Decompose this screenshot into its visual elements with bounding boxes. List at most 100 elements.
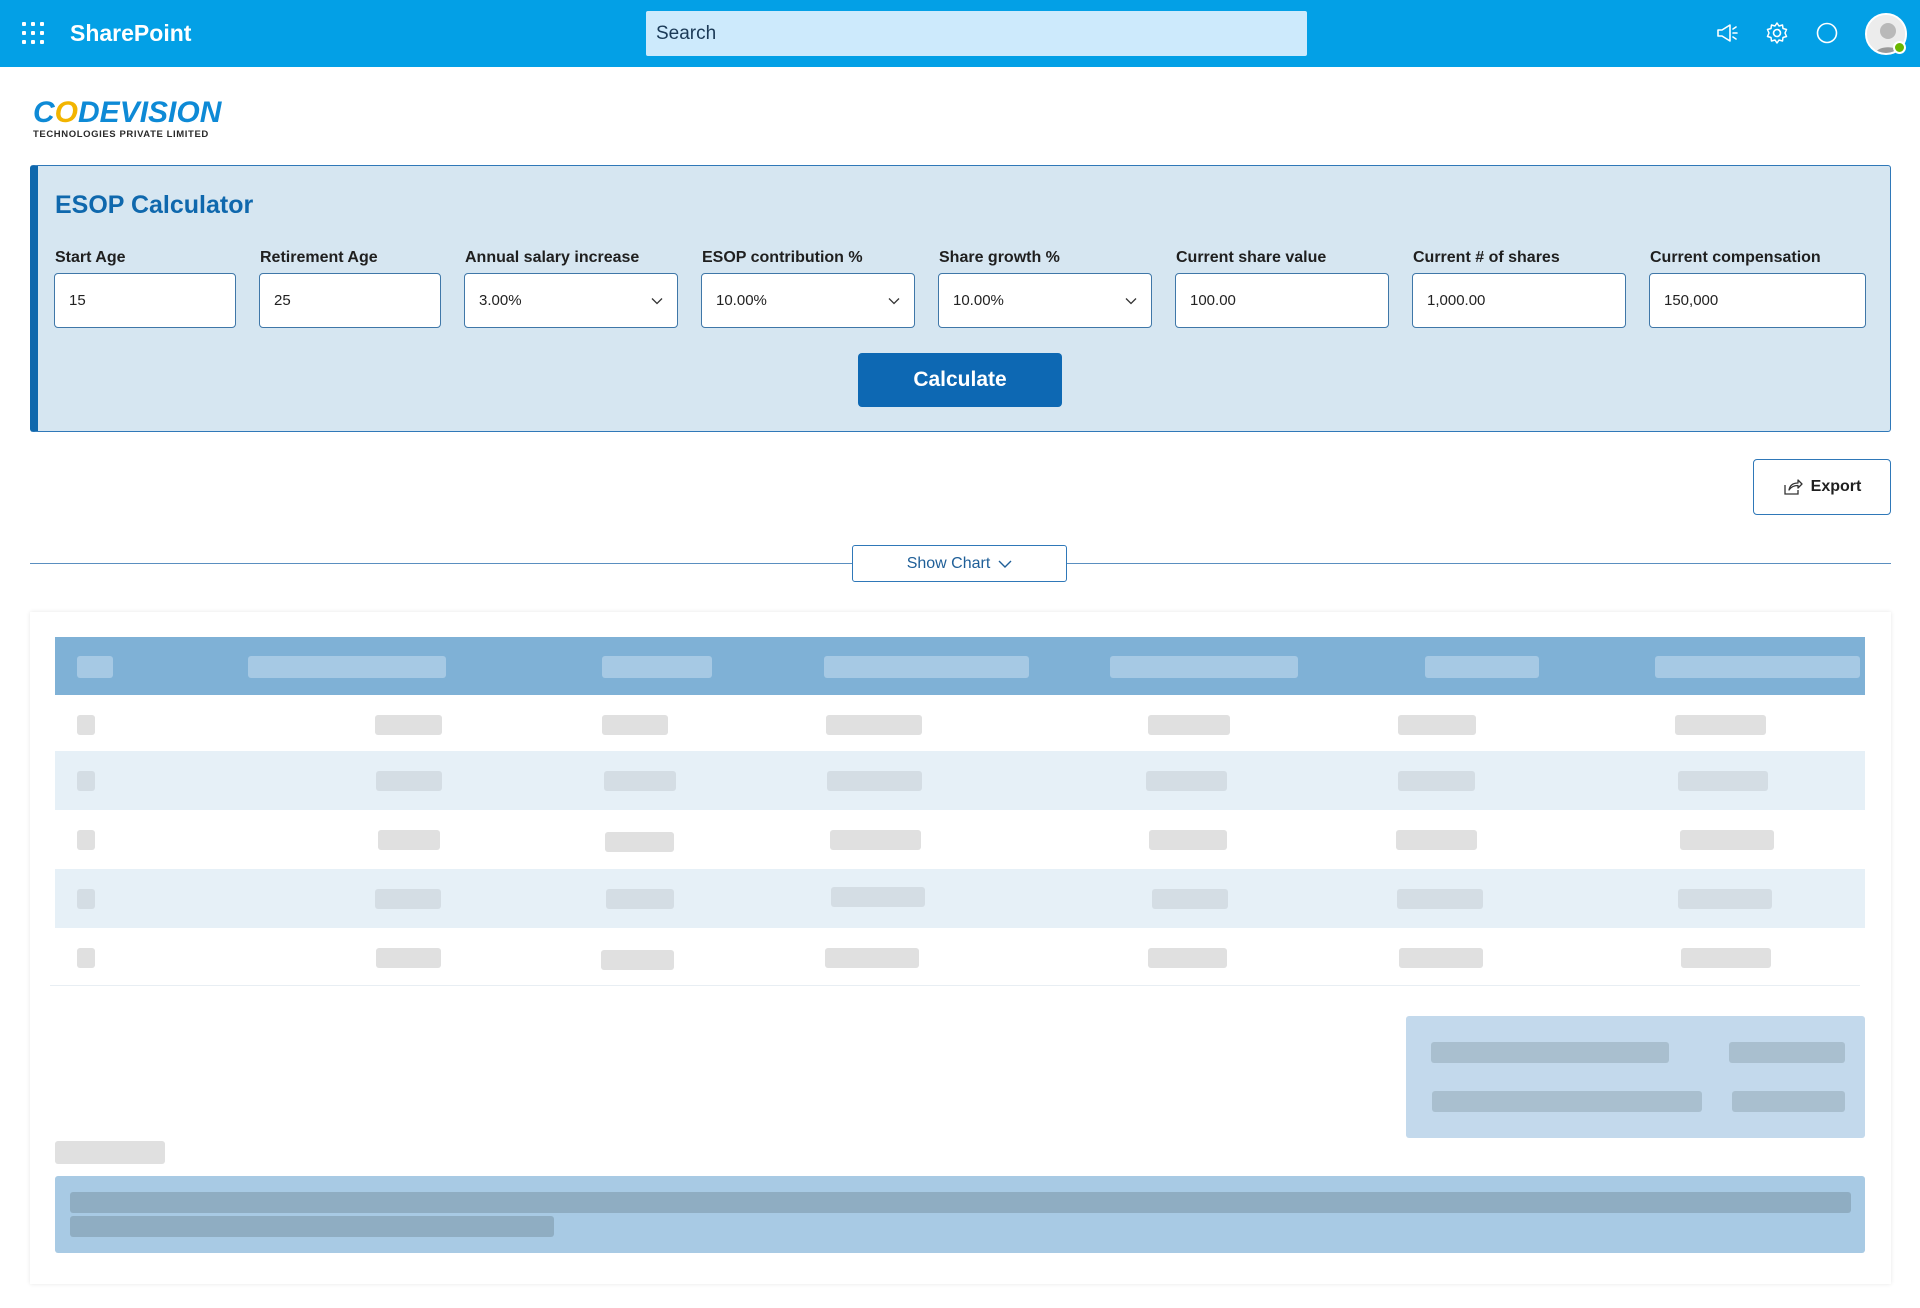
current-share-value-value: 100.00: [1190, 292, 1236, 309]
calculate-button[interactable]: Calculate: [858, 353, 1062, 407]
cell-skeleton: [77, 889, 95, 909]
summary-skeleton: [1432, 1091, 1702, 1112]
current-compensation-input[interactable]: 150,000: [1649, 273, 1866, 328]
export-label: Export: [1810, 478, 1862, 495]
share-growth-dropdown[interactable]: 10.00%: [938, 273, 1152, 328]
show-chart-label: Show Chart: [906, 554, 991, 572]
header-skeleton: [1425, 656, 1539, 678]
cell-skeleton: [1146, 771, 1227, 791]
logo-tagline: TECHNOLOGIES PRIVATE LIMITED: [33, 129, 209, 140]
header-skeleton: [824, 656, 1029, 678]
app-name[interactable]: SharePoint: [70, 20, 191, 47]
share-export-icon: [1784, 479, 1803, 495]
cell-skeleton: [1678, 771, 1768, 791]
cell-skeleton: [1148, 715, 1230, 735]
summary-skeleton: [1732, 1091, 1845, 1112]
start-age-value: 15: [69, 292, 86, 309]
logo-wordmark: CODEVISION: [33, 96, 222, 129]
cell-skeleton: [1675, 715, 1766, 735]
company-logo: CODEVISION TECHNOLOGIES PRIVATE LIMITED: [33, 96, 223, 141]
app-launcher-icon[interactable]: [20, 20, 46, 46]
share-growth-value: 10.00%: [953, 292, 1004, 309]
table-row: [55, 751, 1865, 810]
start-age-label: Start Age: [55, 249, 126, 266]
chevron-down-icon: [1125, 297, 1137, 304]
salary-increase-label: Annual salary increase: [465, 249, 640, 266]
salary-increase-value: 3.00%: [479, 292, 522, 309]
cell-skeleton: [601, 950, 674, 970]
presence-status-icon: [1893, 41, 1906, 54]
gear-icon[interactable]: [1764, 20, 1790, 46]
esop-contribution-dropdown[interactable]: 10.00%: [701, 273, 915, 328]
current-share-value-label: Current share value: [1176, 249, 1327, 266]
cell-skeleton: [827, 771, 922, 791]
cell-skeleton: [77, 948, 95, 968]
cell-skeleton: [825, 948, 919, 968]
share-growth-label: Share growth %: [939, 249, 1060, 266]
current-share-value-input[interactable]: 100.00: [1175, 273, 1389, 328]
table-row: [55, 810, 1865, 869]
cell-skeleton: [1399, 948, 1483, 968]
current-shares-label: Current # of shares: [1413, 249, 1560, 266]
megaphone-icon[interactable]: [1714, 20, 1740, 46]
cell-skeleton: [77, 715, 95, 735]
table-row: [55, 928, 1865, 987]
retirement-age-label: Retirement Age: [260, 249, 378, 266]
cell-skeleton: [1397, 889, 1483, 909]
header-skeleton: [1110, 656, 1298, 678]
disclaimer-note: [55, 1176, 1865, 1253]
cell-skeleton: [1148, 948, 1227, 968]
results-table-header: [55, 637, 1865, 695]
note-skeleton: [70, 1216, 554, 1237]
cell-skeleton: [826, 715, 922, 735]
totals-summary-box: [1406, 1016, 1865, 1138]
header-skeleton: [77, 656, 113, 678]
cell-skeleton: [1152, 889, 1228, 909]
esop-contribution-value: 10.00%: [716, 292, 767, 309]
footnote-title-skeleton: [55, 1141, 165, 1164]
cell-skeleton: [378, 830, 440, 850]
cell-skeleton: [376, 771, 442, 791]
cell-skeleton: [1398, 771, 1475, 791]
retirement-age-value: 25: [274, 292, 291, 309]
retirement-age-input[interactable]: 25: [259, 273, 441, 328]
current-compensation-value: 150,000: [1664, 292, 1719, 309]
chevron-down-icon: [998, 560, 1012, 568]
chevron-down-icon: [651, 297, 663, 304]
current-shares-input[interactable]: 1,000.00: [1412, 273, 1626, 328]
table-bottom-border: [50, 985, 1860, 986]
cell-skeleton: [77, 771, 95, 791]
export-button[interactable]: Export: [1753, 459, 1891, 515]
header-skeleton: [1655, 656, 1860, 678]
table-row: [55, 695, 1865, 754]
cell-skeleton: [375, 889, 441, 909]
help-circle-icon[interactable]: [1814, 20, 1840, 46]
cell-skeleton: [375, 715, 442, 735]
cell-skeleton: [602, 715, 668, 735]
chevron-down-icon: [888, 297, 900, 304]
header-skeleton: [248, 656, 446, 678]
note-skeleton: [70, 1192, 1851, 1213]
cell-skeleton: [1396, 830, 1477, 850]
cell-skeleton: [1149, 830, 1227, 850]
cell-skeleton: [604, 771, 676, 791]
current-shares-value: 1,000.00: [1427, 292, 1486, 309]
cell-skeleton: [830, 830, 921, 850]
salary-increase-dropdown[interactable]: 3.00%: [464, 273, 678, 328]
cell-skeleton: [1680, 830, 1774, 850]
cell-skeleton: [77, 830, 95, 850]
search-input[interactable]: [646, 11, 1307, 56]
current-compensation-label: Current compensation: [1650, 249, 1821, 266]
summary-skeleton: [1729, 1042, 1845, 1063]
show-chart-button[interactable]: Show Chart: [852, 545, 1067, 582]
cell-skeleton: [1678, 889, 1772, 909]
cell-skeleton: [376, 948, 441, 968]
cell-skeleton: [1398, 715, 1476, 735]
header-skeleton: [602, 656, 712, 678]
esop-contribution-label: ESOP contribution %: [702, 249, 863, 266]
table-row: [55, 869, 1865, 928]
cell-skeleton: [831, 887, 925, 907]
summary-skeleton: [1431, 1042, 1669, 1063]
cell-skeleton: [606, 889, 674, 909]
start-age-input[interactable]: 15: [54, 273, 236, 328]
